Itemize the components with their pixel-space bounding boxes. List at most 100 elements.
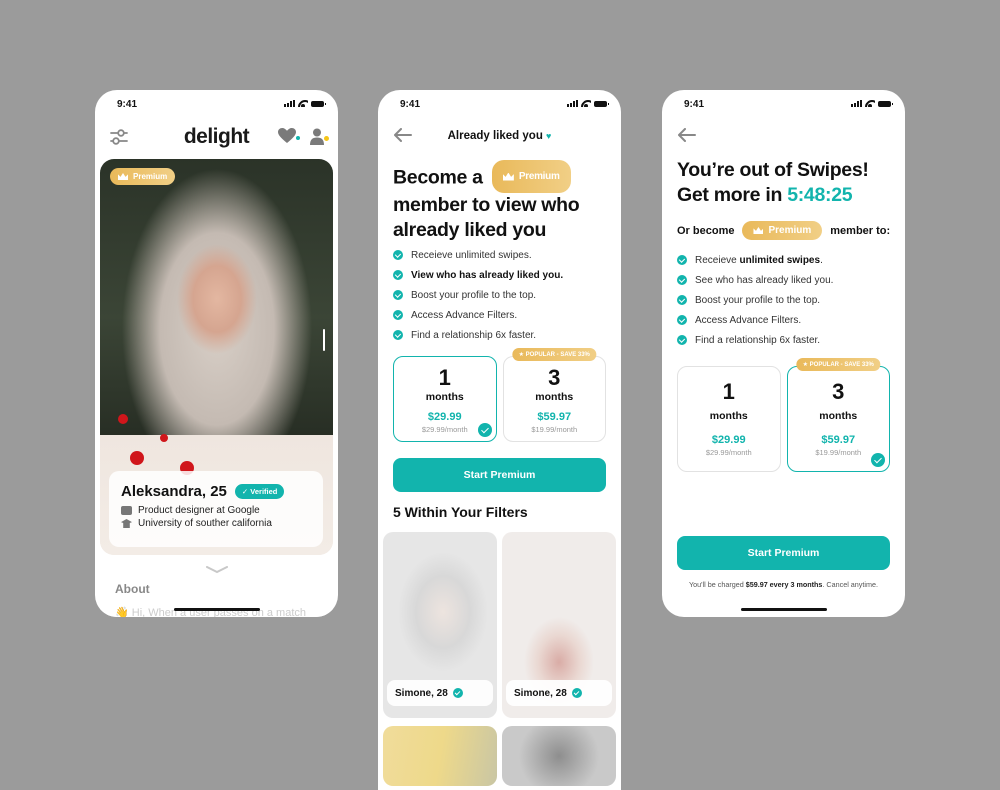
plan-options: 1 months $29.99 $29.99/month ★ POPULAR -…	[677, 358, 890, 472]
plan-option-1-month[interactable]: 1 months $29.99 $29.99/month	[393, 356, 497, 442]
plan-price: $29.99	[427, 411, 462, 423]
likes-notification-dot	[296, 136, 300, 140]
photo-detail	[130, 451, 144, 465]
swipes-headline: You’re out of Swipes! Get more in 5:48:2…	[677, 159, 869, 206]
match-name-pill: Simone, 28	[387, 680, 493, 706]
app-header: delight	[95, 120, 338, 156]
plan-per-month: $29.99/month	[705, 448, 752, 457]
graduation-cap-icon	[121, 519, 132, 528]
popular-tag: ★ POPULAR - SAVE 33%	[512, 348, 596, 361]
plan-option-3-months[interactable]: ★ POPULAR - SAVE 33% 3 months $59.97 $19…	[786, 358, 890, 472]
countdown-timer: 5:48:25	[787, 184, 853, 206]
plan-options: 1 months $29.99 $29.99/month ★ POPULAR -…	[393, 348, 606, 442]
heart-icon: ♥	[546, 131, 552, 141]
liked-headline: Become a Premium member to view who alre…	[393, 160, 613, 243]
signal-icon	[567, 100, 578, 107]
chevron-down-icon[interactable]	[205, 566, 228, 574]
feature-list: Receieve unlimited swipes. See who has a…	[677, 250, 833, 350]
premium-badge: Premium	[742, 221, 823, 240]
check-circle-icon	[677, 315, 687, 325]
match-name-pill: Simone, 28	[506, 680, 612, 706]
home-indicator	[173, 608, 260, 611]
check-circle-icon	[677, 255, 687, 265]
check-circle-icon	[677, 295, 687, 305]
battery-icon	[311, 100, 326, 107]
match-card[interactable]	[502, 726, 616, 786]
plan-price: $59.97	[537, 411, 572, 423]
photo-detail	[118, 414, 128, 424]
crown-icon	[502, 172, 514, 181]
briefcase-icon	[121, 506, 132, 515]
status-bar: 9:41	[662, 90, 905, 118]
crown-icon	[118, 173, 128, 180]
feature-item: Boost your profile to the top.	[393, 285, 563, 305]
profile-job: Product designer at Google	[138, 505, 260, 516]
wifi-icon	[865, 100, 875, 107]
premium-badge: Premium	[110, 168, 176, 185]
about-title: About	[115, 582, 150, 596]
battery-icon	[594, 100, 609, 107]
plan-per-month: $19.99/month	[531, 425, 578, 434]
verified-icon	[452, 688, 463, 698]
check-circle-icon	[393, 290, 403, 300]
feature-item: Boost your profile to the top.	[677, 290, 833, 310]
profile-screen: 9:41 delight Premium Aleksandra, 25 ✓ Ve…	[95, 90, 338, 617]
plan-option-1-month[interactable]: 1 months $29.99 $29.99/month	[677, 366, 781, 472]
likes-heart-icon[interactable]	[278, 128, 296, 144]
profile-school: University of souther california	[138, 518, 272, 529]
check-circle-icon	[677, 335, 687, 345]
photo-detail	[160, 434, 168, 442]
nav-bar: Already liked you ♥	[378, 120, 621, 150]
wifi-icon	[298, 100, 308, 107]
selected-check-icon	[871, 453, 885, 467]
back-arrow-icon[interactable]	[678, 128, 696, 142]
feature-item: View who has already liked you.	[393, 265, 563, 285]
section-title: 5 Within Your Filters	[393, 504, 528, 520]
feature-item: Receieve unlimited swipes.	[677, 250, 833, 270]
check-circle-icon	[393, 250, 403, 260]
status-time: 9:41	[117, 99, 138, 110]
crown-icon	[753, 227, 764, 234]
popular-tag: ★ POPULAR - SAVE 33%	[796, 358, 880, 371]
feature-item: See who has already liked you.	[677, 270, 833, 290]
match-card[interactable]	[383, 726, 497, 786]
feature-item: Find a relationship 6x faster.	[393, 325, 563, 345]
plan-option-3-months[interactable]: ★ POPULAR - SAVE 33% 3 months $59.97 $19…	[502, 348, 606, 442]
selected-check-icon	[477, 423, 492, 437]
home-indicator	[740, 608, 827, 611]
status-bar: 9:41	[378, 90, 621, 118]
or-become-row: Or become Premium member to:	[677, 221, 890, 240]
liked-you-screen: 9:41 Already liked you ♥ Become a Premiu…	[378, 90, 621, 790]
match-card[interactable]: Simone, 28	[502, 532, 616, 718]
start-premium-button[interactable]: Start Premium	[677, 536, 890, 570]
signal-icon	[284, 100, 295, 107]
profile-info-card[interactable]: Aleksandra, 25 ✓ Verified Product design…	[109, 471, 323, 547]
profile-user-icon[interactable]	[310, 128, 324, 145]
status-time: 9:41	[684, 99, 705, 110]
check-circle-icon	[393, 310, 403, 320]
feature-item: Access Advance Filters.	[393, 305, 563, 325]
signal-icon	[851, 100, 862, 107]
verified-badge: ✓ Verified	[234, 484, 285, 499]
wifi-icon	[581, 100, 591, 107]
feature-list: Receieve unlimited swipes. View who has …	[393, 245, 563, 345]
feature-item: Access Advance Filters.	[677, 310, 833, 330]
battery-icon	[878, 100, 893, 107]
premium-badge: Premium	[491, 160, 571, 193]
nav-title: Already liked you ♥	[447, 130, 552, 142]
profile-notification-dot	[324, 136, 329, 141]
feature-item: Find a relationship 6x faster.	[677, 330, 833, 350]
charge-note: You'll be charged $59.97 every 3 months.…	[689, 580, 878, 589]
profile-name: Aleksandra, 25	[121, 483, 227, 500]
check-circle-icon	[393, 330, 403, 340]
feature-item: Receieve unlimited swipes.	[393, 245, 563, 265]
out-of-swipes-screen: 9:41 You’re out of Swipes! Get more in 5…	[662, 90, 905, 617]
check-circle-icon	[393, 270, 403, 280]
photo-scroll-indicator	[323, 329, 325, 351]
verified-icon	[571, 688, 582, 698]
nav-bar	[662, 120, 905, 150]
app-logo: delight	[183, 125, 250, 148]
status-time: 9:41	[400, 99, 421, 110]
start-premium-button[interactable]: Start Premium	[393, 458, 606, 492]
match-card[interactable]: Simone, 28	[383, 532, 497, 718]
